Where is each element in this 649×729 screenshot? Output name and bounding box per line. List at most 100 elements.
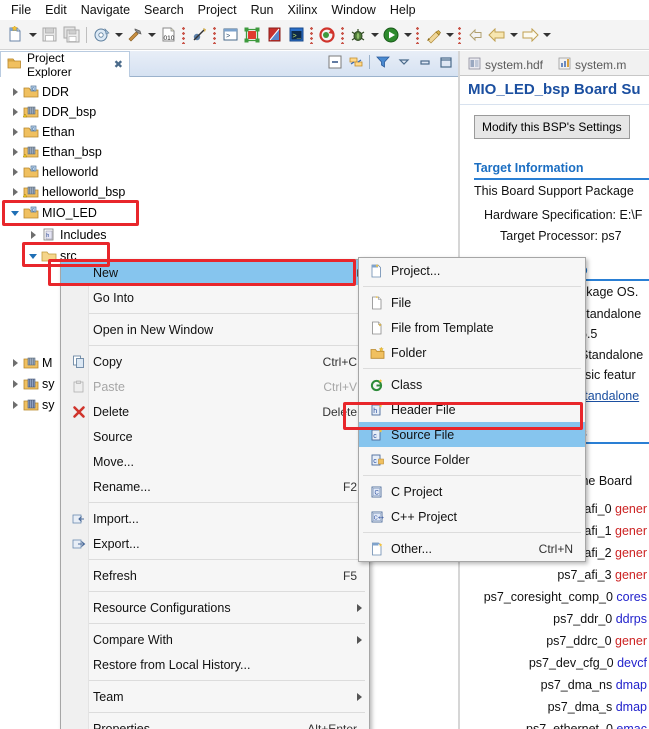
- menu-item-search[interactable]: Search: [137, 1, 191, 19]
- chevron-right-icon[interactable]: [8, 397, 22, 413]
- chevron-down-icon[interactable]: [8, 205, 22, 221]
- build-hammer-dropdown-icon[interactable]: [146, 24, 157, 46]
- program-fpga-icon[interactable]: [241, 24, 263, 46]
- debug-dropdown-icon[interactable]: [369, 24, 380, 46]
- chevron-right-icon[interactable]: [8, 355, 22, 371]
- context-menu-item-refresh[interactable]: Refresh F5: [61, 563, 369, 588]
- tree-item-ethan[interactable]: C Ethan: [8, 122, 75, 142]
- chevron-right-icon[interactable]: [8, 184, 22, 200]
- tree-item-mio-led[interactable]: C MIO_LED: [8, 203, 97, 223]
- submenu-item-source-folder[interactable]: c Source Folder: [359, 447, 585, 472]
- tab-system-mss[interactable]: system.m: [552, 53, 632, 76]
- flash-icon[interactable]: [263, 24, 285, 46]
- context-menu-item-source[interactable]: Source: [61, 424, 369, 449]
- context-menu[interactable]: New Go Into Open in New Window Copy Ctrl…: [60, 259, 370, 729]
- context-menu-item-export[interactable]: Export...: [61, 531, 369, 556]
- context-menu-item-delete[interactable]: Delete Delete: [61, 399, 369, 424]
- tree-item-sy-2[interactable]: sy: [8, 395, 55, 415]
- menu-item-help[interactable]: Help: [383, 1, 423, 19]
- tree-item-ethan-bsp[interactable]: Ethan_bsp: [8, 142, 102, 162]
- run-dropdown-icon[interactable]: [402, 24, 413, 46]
- context-menu-item-resource-configurations[interactable]: Resource Configurations: [61, 595, 369, 620]
- context-menu-item-restore-from-local-history[interactable]: Restore from Local History...: [61, 652, 369, 677]
- submenu-item-cpp-project[interactable]: C++ C++ Project: [359, 504, 585, 529]
- submenu-item-project[interactable]: Project...: [359, 258, 585, 283]
- chevron-right-icon[interactable]: [8, 124, 22, 140]
- context-menu-item-go-into[interactable]: Go Into: [61, 285, 369, 310]
- build-hammer-icon[interactable]: [124, 24, 146, 46]
- forward-dropdown-icon[interactable]: [541, 24, 552, 46]
- toolbar-drag-handle[interactable]: [181, 25, 186, 44]
- tree-item-ddr[interactable]: C DDR: [8, 82, 69, 102]
- binary-010-icon[interactable]: 010: [157, 24, 179, 46]
- tree-item-helloworld[interactable]: C helloworld: [8, 162, 98, 182]
- context-menu-item-rename[interactable]: Rename... F2: [61, 474, 369, 499]
- new-wizard-dropdown-icon[interactable]: [27, 24, 38, 46]
- external-tools-icon[interactable]: [422, 24, 444, 46]
- menu-item-run[interactable]: Run: [244, 1, 281, 19]
- chevron-right-icon[interactable]: [8, 144, 22, 160]
- chevron-down-icon[interactable]: [26, 248, 40, 264]
- external-tools-dropdown-icon[interactable]: [444, 24, 455, 46]
- refresh-red-icon[interactable]: [316, 24, 338, 46]
- submenu-item-class[interactable]: Class: [359, 372, 585, 397]
- context-menu-item-properties[interactable]: Properties Alt+Enter: [61, 716, 369, 729]
- run-icon[interactable]: [380, 24, 402, 46]
- menu-item-xilinx[interactable]: Xilinx: [281, 1, 325, 19]
- debug-bug-icon[interactable]: [347, 24, 369, 46]
- menu-item-navigate[interactable]: Navigate: [74, 1, 137, 19]
- submenu-item-file-from-template[interactable]: File from Template: [359, 315, 585, 340]
- skip-breakpoints-icon[interactable]: [188, 24, 210, 46]
- back-small-icon[interactable]: [464, 24, 486, 46]
- build-settings-dropdown-icon[interactable]: [113, 24, 124, 46]
- toolbar-drag-handle-5[interactable]: [415, 25, 420, 44]
- close-icon[interactable]: ✖: [114, 58, 123, 71]
- context-menu-item-move[interactable]: Move...: [61, 449, 369, 474]
- chevron-right-icon[interactable]: [8, 84, 22, 100]
- context-menu-item-compare-with[interactable]: Compare With: [61, 627, 369, 652]
- chevron-right-icon[interactable]: [26, 227, 40, 243]
- link-with-editor-icon[interactable]: [348, 54, 364, 70]
- build-settings-icon[interactable]: [91, 24, 113, 46]
- menu-item-edit[interactable]: Edit: [38, 1, 74, 19]
- context-menu-item-import[interactable]: Import...: [61, 506, 369, 531]
- forward-icon[interactable]: [519, 24, 541, 46]
- modify-bsp-settings-button[interactable]: Modify this BSP's Settings: [474, 115, 630, 139]
- menu-item-window[interactable]: Window: [324, 1, 382, 19]
- submenu-item-source-file[interactable]: c Source File: [359, 422, 585, 447]
- tree-item-sy-1[interactable]: sy: [8, 374, 55, 394]
- new-wizard-icon[interactable]: [5, 24, 27, 46]
- toolbar-drag-handle-3[interactable]: [309, 25, 314, 44]
- submenu-item-header-file[interactable]: h Header File: [359, 397, 585, 422]
- save-icon[interactable]: [38, 24, 60, 46]
- save-all-icon[interactable]: [60, 24, 82, 46]
- back-dropdown-icon[interactable]: [508, 24, 519, 46]
- minimize-icon[interactable]: [417, 54, 433, 70]
- context-menu-item-open-in-new-window[interactable]: Open in New Window: [61, 317, 369, 342]
- submenu-item-folder[interactable]: Folder: [359, 340, 585, 365]
- filter-icon[interactable]: [375, 54, 391, 70]
- tree-item-m[interactable]: M: [8, 353, 52, 373]
- chevron-right-icon[interactable]: [8, 164, 22, 180]
- context-menu-item-new[interactable]: New: [61, 260, 369, 285]
- toolbar-drag-handle-4[interactable]: [340, 25, 345, 44]
- menu-item-file[interactable]: File: [4, 1, 38, 19]
- tab-system-hdf[interactable]: system.hdf: [462, 53, 549, 76]
- new-submenu[interactable]: Project... File File from Template Folde…: [358, 257, 586, 562]
- context-menu-item-team[interactable]: Team: [61, 684, 369, 709]
- tree-item-helloworld-bsp[interactable]: helloworld_bsp: [8, 182, 125, 202]
- collapse-all-icon[interactable]: [327, 54, 343, 70]
- toolbar-drag-handle-2[interactable]: [212, 25, 217, 44]
- back-icon[interactable]: [486, 24, 508, 46]
- menu-item-project[interactable]: Project: [191, 1, 244, 19]
- standalone-doc-link[interactable]: standalone: [578, 389, 639, 403]
- submenu-item-c-project[interactable]: C C Project: [359, 479, 585, 504]
- chevron-right-icon[interactable]: [8, 104, 22, 120]
- chevron-right-icon[interactable]: [8, 376, 22, 392]
- view-menu-icon[interactable]: [396, 54, 412, 70]
- toolbar-drag-handle-6[interactable]: [457, 25, 462, 44]
- tree-item-includes[interactable]: h Includes: [26, 225, 107, 245]
- submenu-item-other[interactable]: Other... Ctrl+N: [359, 536, 585, 561]
- context-menu-item-copy[interactable]: Copy Ctrl+C: [61, 349, 369, 374]
- tree-item-ddr-bsp[interactable]: DDR_bsp: [8, 102, 96, 122]
